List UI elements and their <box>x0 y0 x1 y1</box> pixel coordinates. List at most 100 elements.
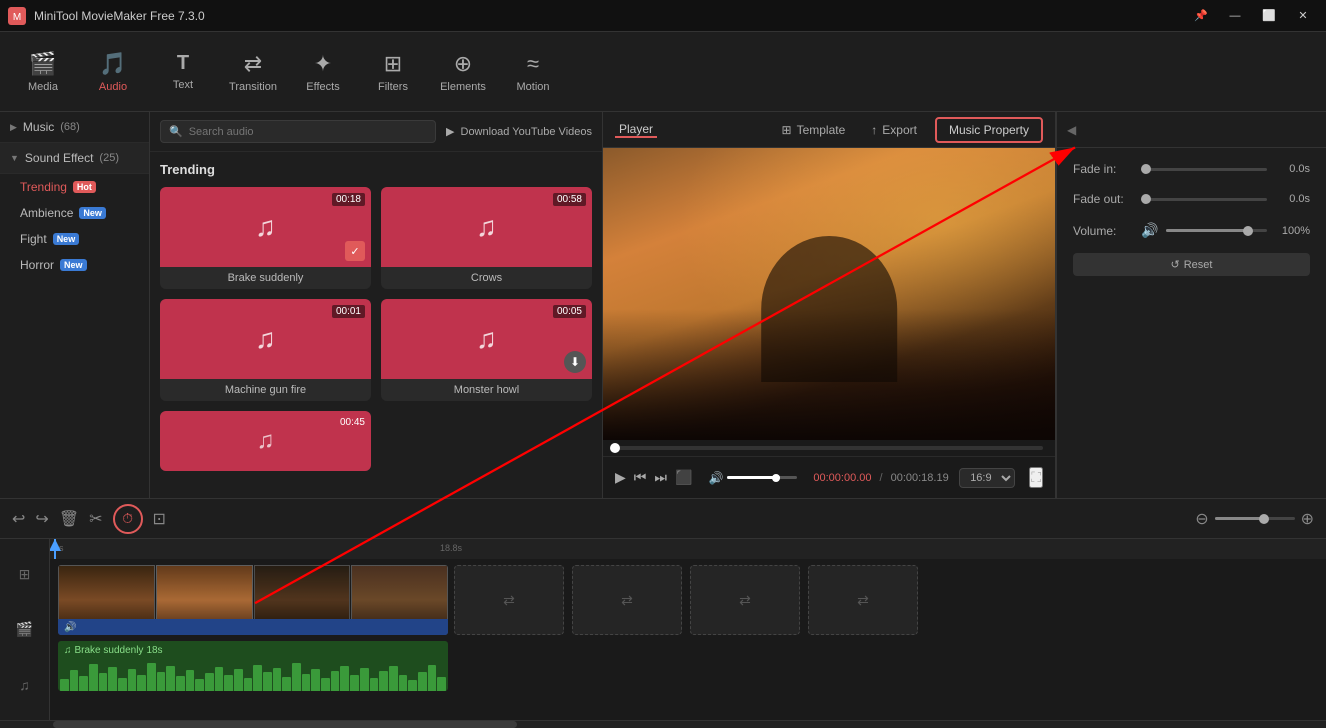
waveform-bar <box>370 678 379 691</box>
audio-card-monster-howl[interactable]: ♫ 00:05 ⬇ Monster howl <box>381 299 592 401</box>
waveform-bars <box>58 661 448 691</box>
trans-slot-1[interactable]: ⇄ <box>454 565 564 635</box>
template-button[interactable]: ⊞ Template <box>774 119 854 141</box>
volume-icon[interactable]: 🔊 <box>1141 222 1158 239</box>
audio-label: Audio <box>99 81 127 93</box>
music-note-icon-2: ♫ <box>476 211 497 243</box>
video-clip[interactable]: 🔊 <box>58 565 448 635</box>
elements-icon: ⊕ <box>454 51 472 77</box>
transition-slots: ⇄ ⇄ ⇄ ⇄ <box>454 565 918 635</box>
waveform-bar <box>234 669 243 692</box>
toolbar-motion[interactable]: ≈ Motion <box>498 37 568 107</box>
maximize-button[interactable]: ⬜ <box>1254 6 1284 26</box>
mute-button[interactable]: 🔊 <box>708 471 723 485</box>
waveform-bar <box>79 676 88 691</box>
next-frame-button[interactable]: ⏭ <box>654 469 667 486</box>
elements-label: Elements <box>440 81 486 93</box>
sidebar-ambience[interactable]: Ambience New <box>0 200 149 226</box>
export-button[interactable]: ↑ Export <box>863 119 925 141</box>
sidebar-fight[interactable]: Fight New <box>0 226 149 252</box>
timeline-scrollbar[interactable] <box>0 720 1326 728</box>
trans-slot-3[interactable]: ⇄ <box>690 565 800 635</box>
audio-card-crows[interactable]: ♫ 00:58 Crows <box>381 187 592 289</box>
sidebar-trending[interactable]: Trending Hot <box>0 174 149 200</box>
player-area: Player ⊞ Template ↑ Export Music Propert… <box>602 112 1056 498</box>
fullscreen-button[interactable]: ⛶ <box>1029 467 1043 488</box>
pin-button[interactable]: 📌 <box>1186 6 1216 26</box>
waveform-bar <box>60 679 69 691</box>
undo-button[interactable]: ↩ <box>12 509 25 529</box>
mp-collapse-icon[interactable]: ◀ <box>1067 123 1076 137</box>
toolbar-effects[interactable]: ✦ Effects <box>288 37 358 107</box>
zoom-area: ⊖ ⊕ <box>1195 509 1314 529</box>
music-clip-icon: ♫ <box>64 645 72 656</box>
delete-button[interactable]: 🗑 <box>59 509 79 529</box>
preview-visual <box>603 148 1055 440</box>
search-box[interactable]: 🔍 <box>160 120 436 143</box>
audio-track-icon: ♫ <box>19 677 30 693</box>
timeline-scroll-thumb[interactable] <box>53 721 517 728</box>
transition-label: Transition <box>229 81 277 93</box>
fade-out-value: 0.0s <box>1275 193 1310 205</box>
card-name-4: Monster howl <box>381 379 592 401</box>
player-tab[interactable]: Player <box>615 122 657 138</box>
audio-waveform <box>58 661 448 691</box>
search-input[interactable] <box>189 126 427 138</box>
audio-card-brake-suddenly[interactable]: ♫ 00:18 ✓ Brake suddenly <box>160 187 371 289</box>
add-track-icon[interactable]: ⊞ <box>19 566 31 583</box>
split-audio-button[interactable]: ⏱ <box>113 504 143 534</box>
close-button[interactable]: ✕ <box>1288 6 1318 26</box>
expand-icon: ▶ <box>10 122 17 133</box>
stop-button[interactable]: ⬛ <box>675 469 692 486</box>
play-button[interactable]: ▶ <box>615 469 626 486</box>
zoom-in-button[interactable]: ⊕ <box>1301 509 1314 529</box>
partial-duration: 00:45 <box>340 417 365 428</box>
waveform-bar <box>99 673 108 691</box>
zoom-out-button[interactable]: ⊖ <box>1195 509 1208 529</box>
toolbar-text[interactable]: T Text <box>148 37 218 107</box>
zoom-slider[interactable] <box>1215 517 1295 520</box>
fade-out-slider[interactable] <box>1141 198 1267 201</box>
audio-card-machine-gun[interactable]: ♫ 00:01 Machine gun fire <box>160 299 371 401</box>
playhead[interactable] <box>54 539 56 559</box>
reset-button[interactable]: ↺ Reset <box>1073 253 1310 276</box>
aspect-ratio-select[interactable]: 16:9 9:16 1:1 <box>959 468 1015 488</box>
toolbar-media[interactable]: 🎬 Media <box>8 37 78 107</box>
toolbar-audio[interactable]: 🎵 Audio <box>78 37 148 107</box>
volume-prop-slider[interactable] <box>1166 229 1267 232</box>
trans-slot-2[interactable]: ⇄ <box>572 565 682 635</box>
waveform-bar <box>302 674 311 691</box>
minimize-button[interactable]: — <box>1220 6 1250 26</box>
redo-button[interactable]: ↪ <box>35 509 48 529</box>
sidebar-horror[interactable]: Horror New <box>0 252 149 278</box>
player-progress[interactable] <box>603 440 1055 456</box>
preview-area <box>603 148 1055 440</box>
crop-button[interactable]: ⊡ <box>153 509 166 529</box>
toolbar-elements[interactable]: ⊕ Elements <box>428 37 498 107</box>
waveform-bar <box>408 680 417 691</box>
mp-body: Fade in: 0.0s Fade out: 0.0s Volume: 🔊 <box>1057 148 1326 253</box>
toolbar-filters[interactable]: ⊞ Filters <box>358 37 428 107</box>
music-note-icon-4: ♫ <box>476 323 497 355</box>
progress-bar[interactable] <box>615 446 1043 450</box>
sidebar-soundeffect-section[interactable]: ▼ Sound Effect (25) <box>0 143 149 174</box>
volume-row: Volume: 🔊 100% <box>1073 222 1310 239</box>
music-property-button[interactable]: Music Property <box>935 117 1043 143</box>
sidebar-music-section[interactable]: ▶ Music (68) <box>0 112 149 143</box>
fade-in-slider[interactable] <box>1141 168 1267 171</box>
ambience-label: Ambience <box>20 206 73 220</box>
toolbar-transition[interactable]: ⇄ Transition <box>218 37 288 107</box>
trans-slot-4[interactable]: ⇄ <box>808 565 918 635</box>
volume-area: 🔊 <box>708 471 797 485</box>
motion-icon: ≈ <box>527 51 539 77</box>
prev-frame-button[interactable]: ⏮ <box>634 469 647 486</box>
audio-card-partial[interactable]: ♫ 00:45 <box>160 411 371 471</box>
fade-in-thumb <box>1141 164 1151 174</box>
audio-clip[interactable]: ♫ Brake suddenly 18s <box>58 641 448 691</box>
audio-clip-duration: 18s <box>146 645 162 656</box>
waveform-bar <box>195 679 204 691</box>
volume-slider[interactable] <box>727 476 797 479</box>
yt-download-btn[interactable]: ▶ Download YouTube Videos <box>446 125 592 138</box>
cut-button[interactable]: ✂ <box>89 509 102 529</box>
volume-thumb <box>772 474 780 482</box>
